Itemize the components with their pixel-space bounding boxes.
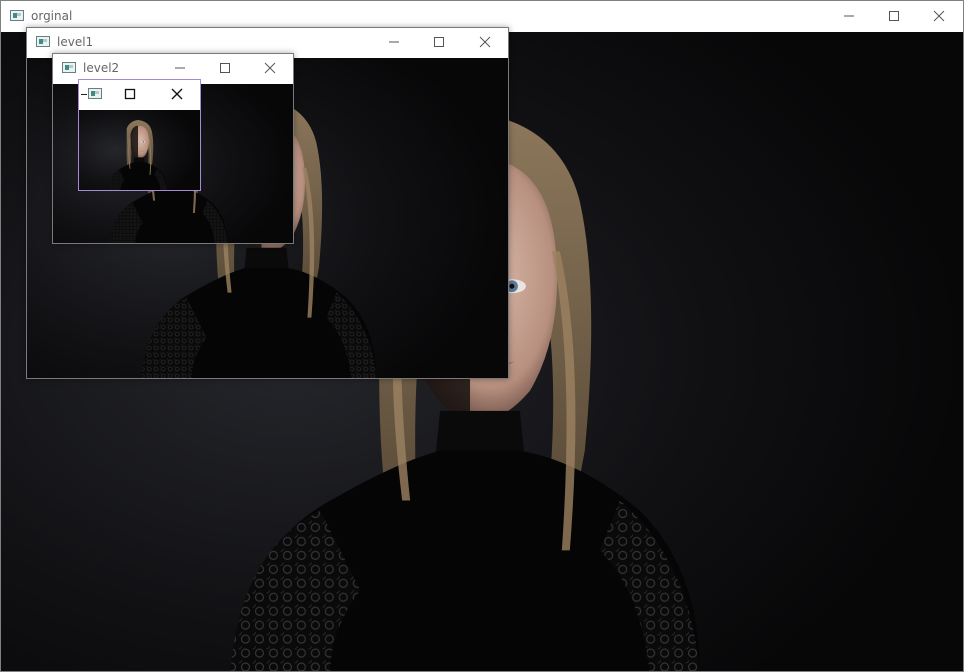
app-icon [10, 10, 24, 21]
window-level3 [78, 79, 201, 191]
close-icon[interactable] [167, 84, 187, 104]
titlebar-level3[interactable] [79, 80, 200, 110]
minimize-icon[interactable] [170, 58, 190, 78]
maximize-icon[interactable] [884, 6, 904, 26]
portrait-image [79, 110, 200, 190]
window-title: level2 [83, 61, 120, 75]
maximize-icon[interactable] [215, 58, 235, 78]
app-icon [88, 88, 102, 99]
maximize-icon[interactable] [120, 84, 140, 104]
minimize-icon[interactable] [384, 32, 404, 52]
minimize-icon[interactable] [839, 6, 859, 26]
close-icon[interactable] [260, 58, 280, 78]
maximize-icon[interactable] [429, 32, 449, 52]
window-title: level1 [57, 35, 94, 49]
app-icon [62, 62, 76, 73]
minimize-icon[interactable] [81, 94, 87, 95]
close-icon[interactable] [929, 6, 949, 26]
close-icon[interactable] [475, 32, 495, 52]
window-title: orginal [31, 9, 73, 23]
image-canvas-level3 [79, 110, 200, 190]
app-icon [36, 36, 50, 47]
